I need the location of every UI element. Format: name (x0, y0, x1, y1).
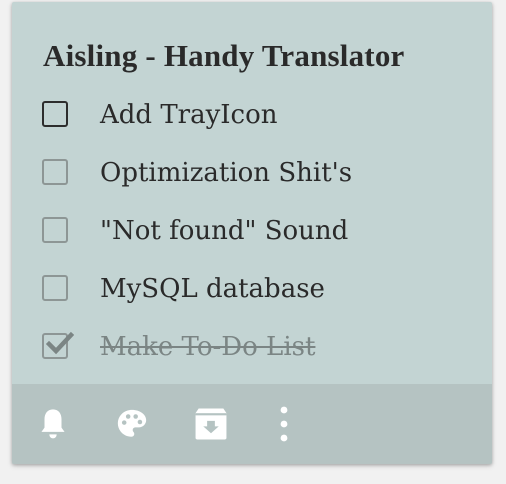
archive-icon (195, 408, 227, 440)
note-toolbar (12, 384, 492, 464)
checklist-item[interactable]: "Not found" Sound (12, 210, 492, 268)
remind-button[interactable] (33, 404, 73, 444)
checklist-item-label[interactable]: Make To-Do List (100, 330, 315, 364)
more-vert-icon (280, 406, 288, 442)
archive-button[interactable] (191, 404, 231, 444)
change-color-button[interactable] (112, 404, 152, 444)
bell-icon (41, 409, 65, 439)
checkbox[interactable] (42, 101, 68, 127)
checkbox[interactable] (42, 217, 68, 243)
checkmark-icon (46, 331, 74, 355)
checklist-item-label[interactable]: Optimization Shit's (100, 156, 352, 190)
note-title[interactable]: Aisling - Handy Translator (43, 36, 463, 76)
checklist-item-label[interactable]: "Not found" Sound (100, 214, 348, 248)
checklist-item-label[interactable]: Add TrayIcon (100, 98, 278, 132)
checkbox[interactable] (42, 159, 68, 185)
checklist-item-label[interactable]: MySQL database (100, 272, 325, 306)
checklist-item-checked[interactable]: Make To-Do List (12, 326, 492, 384)
palette-icon (117, 409, 147, 437)
checkbox[interactable] (42, 275, 68, 301)
checklist-item[interactable]: Add TrayIcon (12, 94, 492, 152)
checklist-item[interactable]: MySQL database (12, 268, 492, 326)
checklist-item[interactable]: Optimization Shit's (12, 152, 492, 210)
checkbox-checked[interactable] (42, 331, 74, 359)
note-card[interactable]: Aisling - Handy Translator Add TrayIcon … (12, 2, 492, 464)
more-options-button[interactable] (264, 404, 304, 444)
